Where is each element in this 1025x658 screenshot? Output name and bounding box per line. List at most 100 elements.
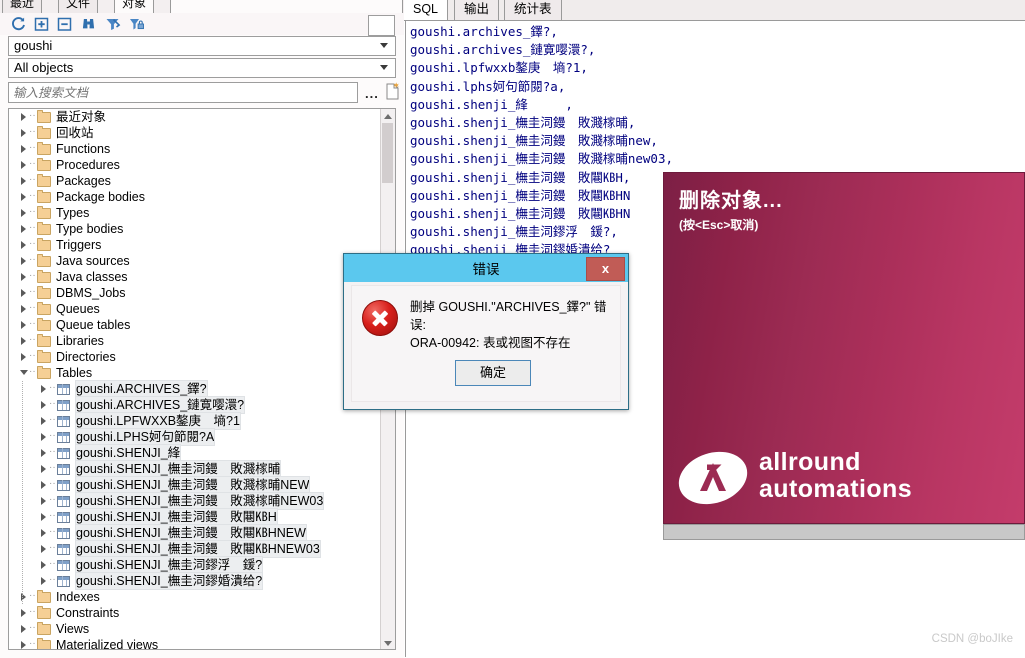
- tree-item[interactable]: ·· 最近对象: [9, 109, 381, 125]
- chevron-right-icon[interactable]: [19, 349, 28, 365]
- tree-item[interactable]: ·· DBMS_Jobs: [9, 285, 381, 301]
- tree-item[interactable]: ·· Materialized views: [9, 637, 381, 649]
- table-icon: [57, 560, 70, 571]
- tree-item[interactable]: ·· goushi.ARCHIVES_鐸?: [9, 380, 381, 398]
- tab-statistics[interactable]: 统计表: [504, 0, 562, 20]
- chevron-right-icon[interactable]: [19, 333, 28, 349]
- tree-item[interactable]: ·· Queues: [9, 301, 381, 317]
- filter-icon[interactable]: [104, 16, 121, 32]
- chevron-right-icon[interactable]: [19, 109, 28, 125]
- scroll-down-button[interactable]: [381, 636, 394, 649]
- chevron-right-icon[interactable]: [19, 189, 28, 205]
- tree-item-label: Functions: [56, 142, 111, 156]
- tree-item[interactable]: ·· goushi.SHENJI_橅圭泀鏝 敗闀㎅HNEW03: [9, 540, 381, 558]
- tree-item[interactable]: ·· 回收站: [9, 125, 381, 141]
- chevron-right-icon[interactable]: [19, 157, 28, 173]
- scroll-up-button[interactable]: [381, 109, 394, 122]
- folder-icon: [37, 318, 51, 331]
- filter-lock-icon[interactable]: [128, 16, 145, 32]
- tree-item[interactable]: ·· Queue tables: [9, 317, 381, 333]
- chevron-right-icon[interactable]: [39, 413, 48, 429]
- tree-item[interactable]: ·· goushi.SHENJI_綘: [9, 444, 381, 462]
- tree-item[interactable]: ·· Directories: [9, 349, 381, 365]
- new-document-icon[interactable]: [386, 82, 400, 100]
- chevron-right-icon[interactable]: [19, 141, 28, 157]
- tab-recent[interactable]: 最近: [2, 0, 43, 13]
- collapse-all-icon[interactable]: [56, 16, 73, 32]
- chevron-right-icon[interactable]: [19, 301, 28, 317]
- tree-item-label: goushi.LPHS妸句節閱?A: [74, 428, 216, 446]
- chevron-right-icon[interactable]: [39, 397, 48, 413]
- tree-item[interactable]: ·· Types: [9, 205, 381, 221]
- chevron-right-icon[interactable]: [19, 173, 28, 189]
- tree-item[interactable]: ·· goushi.SHENJI_橅圭泀鏝 敗闀㎅HNEW: [9, 524, 381, 542]
- chevron-right-icon[interactable]: [19, 285, 28, 301]
- tree-item[interactable]: ·· Packages: [9, 173, 381, 189]
- tree-item[interactable]: ·· Libraries: [9, 333, 381, 349]
- chevron-right-icon[interactable]: [19, 237, 28, 253]
- scrollbar-thumb[interactable]: [382, 123, 393, 183]
- tab-sql[interactable]: SQL: [404, 0, 449, 20]
- chevron-right-icon[interactable]: [39, 509, 48, 525]
- tree-item[interactable]: ·· Triggers: [9, 237, 381, 253]
- tree-item[interactable]: ·· goushi.SHENJI_橅圭泀鏝 敗濺榢晡NEW: [9, 476, 381, 494]
- tree-item-label: Queue tables: [56, 318, 131, 332]
- chevron-right-icon[interactable]: [19, 253, 28, 269]
- tab-files[interactable]: 文件: [58, 0, 99, 13]
- tree-item[interactable]: ·· Indexes: [9, 589, 381, 605]
- search-more-button[interactable]: ...: [365, 86, 379, 101]
- tree-item[interactable]: ·· goushi.ARCHIVES_鏈寛嘤澴?: [9, 396, 381, 414]
- close-icon[interactable]: x: [586, 257, 625, 281]
- expand-all-icon[interactable]: [33, 16, 50, 32]
- tree-item[interactable]: ·· Functions: [9, 141, 381, 157]
- chevron-right-icon[interactable]: [39, 557, 48, 573]
- tree-item[interactable]: ·· Java sources: [9, 253, 381, 269]
- ok-button[interactable]: 确定: [455, 360, 531, 386]
- schema-select[interactable]: goushi: [8, 36, 396, 56]
- tree-item[interactable]: ·· goushi.SHENJI_橅圭泀鏐浮 鍰?: [9, 556, 381, 574]
- chevron-right-icon[interactable]: [19, 125, 28, 141]
- tree-item[interactable]: ·· Type bodies: [9, 221, 381, 237]
- tab-output[interactable]: 输出: [454, 0, 500, 20]
- tree-connector: ··: [29, 158, 36, 169]
- chevron-right-icon[interactable]: [39, 477, 48, 493]
- tree-item[interactable]: ·· Views: [9, 621, 381, 637]
- chevron-right-icon[interactable]: [19, 589, 28, 605]
- tree-item[interactable]: ·· goushi.SHENJI_橅圭泀鏝 敗濺榢晡: [9, 460, 381, 478]
- chevron-right-icon[interactable]: [39, 429, 48, 445]
- tree-item-label: 回收站: [56, 126, 94, 140]
- chevron-right-icon[interactable]: [39, 573, 48, 589]
- tree-item[interactable]: ·· goushi.LPFWXXB鏊庚 墒?1: [9, 412, 381, 430]
- object-tree[interactable]: ·· 最近对象 ·· 回收站 ·· Functions ·· Procedures ·· Pack…: [8, 108, 396, 650]
- chevron-right-icon[interactable]: [19, 605, 28, 621]
- chevron-right-icon[interactable]: [19, 637, 28, 649]
- tree-item[interactable]: ·· Package bodies: [9, 189, 381, 205]
- chevron-right-icon[interactable]: [39, 493, 48, 509]
- object-type-select[interactable]: All objects: [8, 58, 396, 78]
- tree-item[interactable]: ·· goushi.LPHS妸句節閱?A: [9, 428, 381, 446]
- chevron-right-icon[interactable]: [39, 525, 48, 541]
- chevron-right-icon[interactable]: [39, 381, 48, 397]
- chevron-right-icon[interactable]: [19, 317, 28, 333]
- chevron-right-icon[interactable]: [39, 461, 48, 477]
- chevron-right-icon[interactable]: [39, 541, 48, 557]
- chevron-right-icon[interactable]: [19, 621, 28, 637]
- tree-item[interactable]: ·· Java classes: [9, 269, 381, 285]
- tree-item[interactable]: ·· goushi.SHENJI_橅圭泀鏐婚潰给?: [9, 572, 381, 590]
- tree-item[interactable]: ·· Tables: [9, 365, 381, 381]
- tree-item[interactable]: ·· goushi.SHENJI_橅圭泀鏝 敗闀㎅H: [9, 508, 381, 526]
- tree-item[interactable]: ·· Constraints: [9, 605, 381, 621]
- chevron-down-icon[interactable]: [19, 365, 28, 381]
- refresh-icon[interactable]: [10, 16, 27, 32]
- binoculars-find-icon[interactable]: [80, 16, 97, 32]
- chevron-right-icon[interactable]: [39, 445, 48, 461]
- tree-item[interactable]: ·· Procedures: [9, 157, 381, 173]
- tree-item[interactable]: ·· goushi.SHENJI_橅圭泀鏝 敗濺榢晡NEW03: [9, 492, 381, 510]
- tab-objects[interactable]: 对象: [114, 0, 155, 13]
- chevron-right-icon[interactable]: [19, 221, 28, 237]
- tree-connector: ··: [29, 606, 36, 617]
- search-input[interactable]: [8, 82, 358, 103]
- chevron-right-icon[interactable]: [19, 205, 28, 221]
- tree-connector: ··: [49, 430, 56, 441]
- chevron-right-icon[interactable]: [19, 269, 28, 285]
